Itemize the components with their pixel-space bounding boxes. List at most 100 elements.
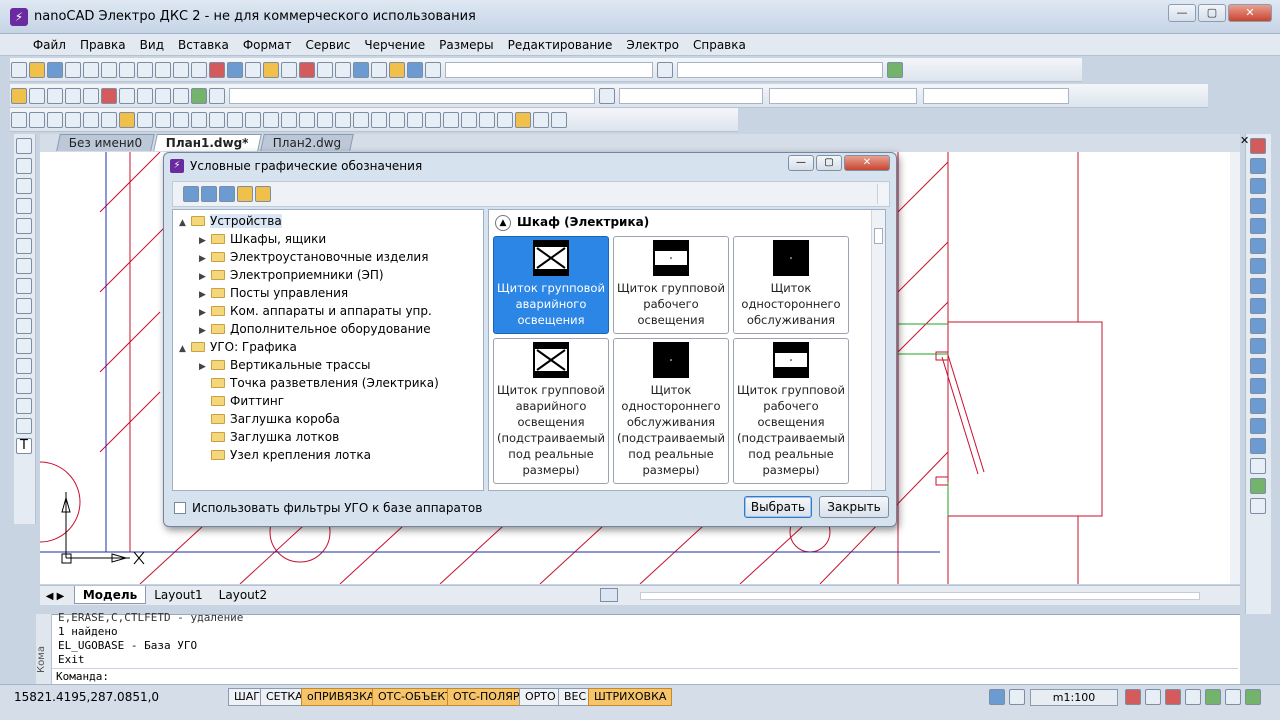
ellipse-icon[interactable] [16, 298, 32, 314]
settings-icon[interactable] [1245, 689, 1261, 705]
stretch-side-icon[interactable] [1250, 298, 1266, 314]
minimize-icon[interactable]: — [1168, 4, 1196, 22]
copy-side-icon[interactable] [1250, 158, 1266, 174]
symbol-card[interactable]: Щиток групповой аварийного освещения [493, 236, 609, 334]
move-icon[interactable] [317, 112, 333, 128]
preview-scrollbar[interactable] [871, 210, 885, 490]
revcloud-icon[interactable] [443, 112, 459, 128]
break-side-icon[interactable] [1250, 358, 1266, 374]
text-style-dropdown[interactable] [445, 62, 653, 78]
linetype-dropdown[interactable] [769, 88, 917, 104]
osnap-toggle[interactable]: оПРИВЯЗКА [301, 688, 381, 706]
layer-dropdown[interactable] [229, 88, 595, 104]
model-space-icon[interactable] [989, 689, 1005, 705]
canvas-v-scrollbar[interactable] [1230, 152, 1240, 584]
undo-icon[interactable] [227, 62, 243, 78]
extend-icon[interactable] [173, 112, 189, 128]
zoom-icon[interactable] [281, 62, 297, 78]
polyline-icon[interactable] [16, 178, 32, 194]
command-input[interactable]: Команда: [52, 668, 1238, 684]
text-icon[interactable]: T [16, 438, 32, 454]
block-icon[interactable] [137, 88, 153, 104]
symbol-card[interactable]: Щиток одностороннего обслуживания (подстраи… [613, 338, 729, 484]
menu-help[interactable]: Справка [686, 34, 753, 56]
tab-untitled[interactable]: Без имени0 [56, 134, 155, 151]
paste-icon[interactable] [173, 62, 189, 78]
delete-icon[interactable] [209, 62, 225, 78]
layout-nav-icon[interactable]: ◀ ▶ [40, 591, 70, 602]
print-preview-icon[interactable] [83, 62, 99, 78]
menu-file[interactable]: Файл [26, 34, 73, 56]
osnap-icon[interactable] [119, 88, 135, 104]
redo-icon[interactable] [245, 62, 261, 78]
scale-icon[interactable] [281, 112, 297, 128]
pan-icon[interactable] [263, 62, 279, 78]
select-all-icon[interactable] [461, 112, 477, 128]
group-icon[interactable] [497, 112, 513, 128]
close-doc-icon[interactable]: ✕ [1240, 134, 1249, 147]
point-icon[interactable] [533, 112, 549, 128]
polar-toggle[interactable]: ОТС-ПОЛЯР [447, 688, 526, 706]
tab-model[interactable]: Модель [73, 586, 147, 604]
close-button[interactable]: Закрыть [819, 496, 889, 518]
dialog-close-icon[interactable]: ✕ [844, 155, 890, 171]
make-block-icon[interactable] [16, 358, 32, 374]
explode-side-icon[interactable] [1250, 438, 1266, 454]
menu-electro[interactable]: Электро [619, 34, 686, 56]
zoom-status-icon[interactable] [1145, 689, 1161, 705]
move-side-icon[interactable] [1250, 238, 1266, 254]
new-file-icon[interactable] [11, 62, 27, 78]
erase-icon[interactable] [1250, 138, 1266, 154]
menu-view[interactable]: Вид [133, 34, 171, 56]
collapse-arrow-icon[interactable]: ▲ [179, 214, 191, 232]
wipeout-icon[interactable] [425, 112, 441, 128]
symbol-card[interactable]: Щиток групповой рабочего освещения (подстра… [733, 338, 849, 484]
hatch-icon[interactable] [16, 398, 32, 414]
symbol-card[interactable]: Щиток одностороннего обслуживания [733, 236, 849, 334]
zoom-window-icon[interactable] [299, 62, 315, 78]
tree-item-wiring-devices[interactable]: ▶ Электроустановочные изделия [199, 248, 428, 266]
view-side-icon[interactable] [1250, 498, 1266, 514]
rotate-icon[interactable] [299, 112, 315, 128]
annotation-scale[interactable]: m1:100 [1030, 689, 1118, 706]
color-icon[interactable] [599, 88, 615, 104]
tree-item-devices[interactable]: ▲ Устройства [179, 212, 282, 230]
otrack-object-toggle[interactable]: ОТС-ОБЪЕКТ [372, 688, 458, 706]
zoom-previous-icon[interactable] [317, 62, 333, 78]
color-dropdown[interactable] [619, 88, 763, 104]
ortho-icon[interactable] [83, 88, 99, 104]
chamfer-icon[interactable] [227, 112, 243, 128]
print-icon[interactable] [65, 62, 81, 78]
insert-block-icon[interactable] [155, 88, 171, 104]
explode-icon[interactable] [29, 112, 45, 128]
mirror-icon[interactable] [101, 112, 117, 128]
break-icon[interactable] [191, 112, 207, 128]
point-draw-icon[interactable] [16, 378, 32, 394]
tree-item-ugo-graphics[interactable]: ▲ УГО: Графика [179, 338, 297, 356]
polar-icon[interactable] [101, 88, 117, 104]
arc-icon[interactable] [16, 238, 32, 254]
array-side-icon[interactable] [1250, 218, 1266, 234]
gradient-icon[interactable] [371, 112, 387, 128]
layer-previous-icon[interactable] [209, 88, 225, 104]
area-icon[interactable] [371, 62, 387, 78]
list-icon[interactable] [551, 112, 567, 128]
copy-icon[interactable] [155, 62, 171, 78]
region-icon[interactable] [389, 112, 405, 128]
sort-icon[interactable] [255, 186, 271, 202]
hatch-edit-icon[interactable] [353, 112, 369, 128]
tab-layout2[interactable]: Layout2 [211, 586, 275, 604]
menu-draw[interactable]: Черчение [357, 34, 432, 56]
fillet-side-icon[interactable] [1250, 418, 1266, 434]
section-collapse-icon[interactable]: ▲ [495, 215, 511, 231]
pan-status-icon[interactable] [1185, 689, 1201, 705]
rectangle-icon[interactable] [16, 218, 32, 234]
edit-icon[interactable] [237, 186, 253, 202]
extend-side-icon[interactable] [1250, 338, 1266, 354]
tree-item-vertical-routes[interactable]: ▶ Вертикальные трассы [199, 356, 371, 374]
check-icon[interactable] [191, 88, 207, 104]
boundary-icon[interactable] [407, 112, 423, 128]
table-style-icon[interactable] [887, 62, 903, 78]
tree-item-tray-cap[interactable]: Заглушка лотков [199, 428, 339, 446]
note-icon[interactable] [515, 112, 531, 128]
